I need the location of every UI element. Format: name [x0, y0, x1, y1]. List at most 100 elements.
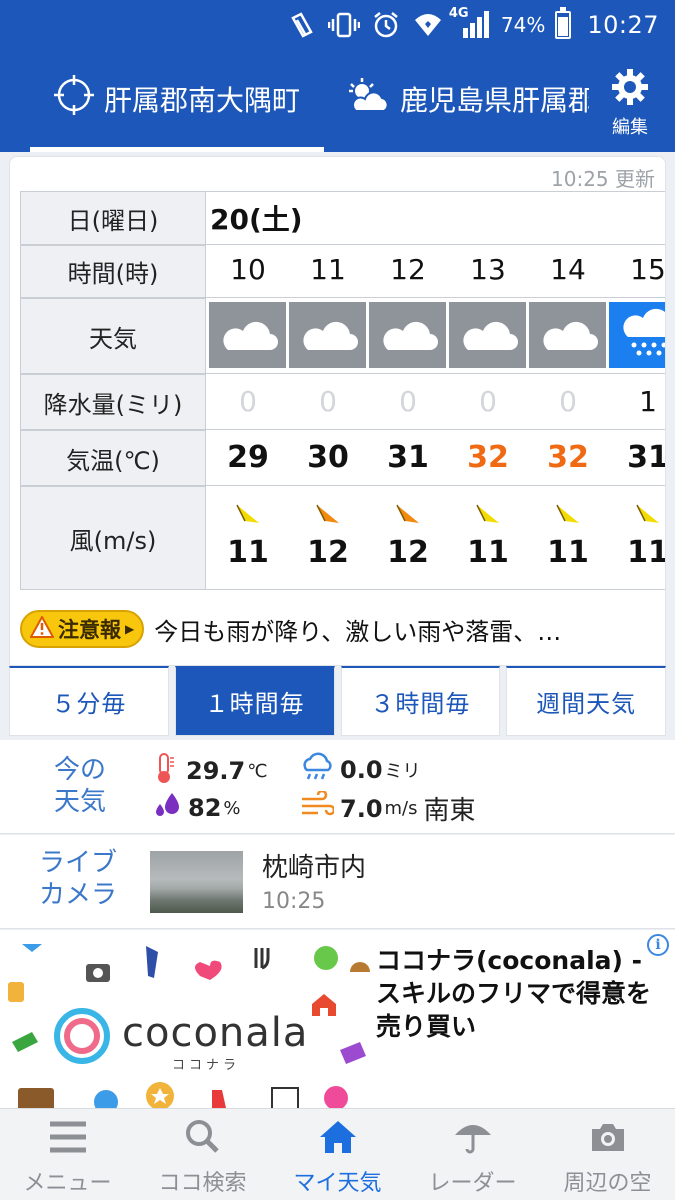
live-camera[interactable]: ライブ カメラ 枕崎市内 10:25	[0, 835, 675, 929]
vibrate-icon	[327, 8, 361, 42]
sun-cloud-icon	[344, 75, 392, 122]
gear-icon	[611, 68, 649, 111]
label-wind: 風(m/s)	[20, 486, 206, 590]
weather-cell	[529, 302, 606, 368]
wind-direction-icon	[608, 503, 665, 537]
weather-cell	[369, 302, 446, 368]
label-day: 日(曜日)	[20, 191, 206, 245]
hour-cell: 12	[390, 253, 426, 286]
forecast-view-tabs: ５分毎 １時間毎 ３時間毎 週間天気	[9, 666, 666, 736]
weather-cell	[289, 302, 366, 368]
wind-speed-cell: 11	[227, 535, 269, 570]
bottom-nav: メニュー ココ検索 マイ天気 レーダー 周辺の空	[0, 1108, 675, 1200]
cloudy-icon	[458, 314, 518, 356]
edit-label: 編集	[612, 117, 648, 138]
ad-banner[interactable]: coconala ココナラ ココナラ(coconala) - スキルのフリマで得…	[0, 930, 675, 1108]
row-divider	[206, 373, 665, 374]
current-weather[interactable]: 今の 天気 29.7 ℃ 82% 0.0 ミリ 7.0 m/s 南東	[0, 740, 675, 834]
hourly-forecast-card: 10:25 更新 日(曜日) 時間(時) 天気 降水量(ミリ) 気温(℃) 風(…	[9, 156, 666, 666]
current-rain-unit: ミリ	[384, 761, 421, 782]
tab-3hour[interactable]: ３時間毎	[340, 666, 501, 736]
current-title-line1: 今の	[53, 755, 106, 785]
nfc-icon	[285, 8, 319, 42]
alarm-icon	[369, 8, 403, 42]
camera-time: 10:25	[262, 889, 326, 914]
weather-cell	[209, 302, 286, 368]
precip-cell: 0	[239, 385, 257, 418]
location-header: 肝属郡南大隅町 鹿児島県肝属郡 編集	[0, 50, 675, 152]
tab-current-location[interactable]: 肝属郡南大隅町	[30, 50, 324, 152]
advisory-text: 今日も雨が降り、激しい雨や落雷、…	[154, 617, 562, 646]
cloudy-icon	[538, 314, 598, 356]
wind-speed-cell: 12	[387, 535, 429, 570]
row-divider	[206, 485, 665, 486]
current-wind-unit: m/s	[384, 798, 418, 819]
advisory-label: 注意報	[58, 618, 121, 642]
hour-cell: 13	[470, 253, 506, 286]
humidity-drops-icon	[152, 790, 182, 826]
current-wind: 7.0 m/s 南東	[300, 789, 476, 827]
current-rain-value: 0.0	[340, 756, 383, 784]
nav-nearby-sky-label: 周辺の空	[563, 1171, 652, 1196]
tab-saved-location[interactable]: 鹿児島県肝属郡	[344, 50, 589, 147]
nav-menu-label: メニュー	[23, 1171, 112, 1196]
precip-cell: 0	[479, 385, 497, 418]
nav-nearby-sky[interactable]: 周辺の空	[540, 1109, 675, 1200]
menu-icon	[48, 1119, 88, 1161]
camera-icon	[588, 1119, 628, 1161]
label-temp: 気温(℃)	[20, 430, 206, 486]
nav-menu[interactable]: メニュー	[0, 1109, 135, 1200]
current-humidity-unit: %	[223, 797, 241, 819]
chevron-right-icon: ▶	[125, 622, 135, 636]
nav-my-weather[interactable]: マイ天気	[270, 1109, 405, 1200]
camera-thumbnail[interactable]	[150, 851, 243, 913]
cloudy-icon	[298, 314, 358, 356]
wind-speed-cell: 11	[627, 535, 666, 570]
wifi-icon	[411, 8, 445, 42]
wind-speed-cell: 11	[547, 535, 589, 570]
current-temp-unit: ℃	[247, 760, 268, 782]
warning-icon	[29, 614, 55, 643]
row-divider	[206, 297, 665, 298]
tab-5min[interactable]: ５分毎	[9, 666, 169, 736]
precip-cell: 0	[319, 385, 337, 418]
camera-place: 枕崎市内	[262, 853, 367, 883]
tab-weekly[interactable]: 週間天気	[506, 666, 666, 736]
crosshair-icon	[53, 75, 94, 122]
current-wind-value: 7.0	[340, 794, 383, 823]
battery-icon	[555, 7, 572, 39]
tab-1hour[interactable]: １時間毎	[174, 666, 335, 736]
rain-cloud-icon	[300, 752, 334, 788]
livecam-title-line1: ライブ	[38, 848, 117, 878]
ad-info-icon[interactable]: i	[647, 934, 669, 956]
temp-cell: 32	[467, 440, 509, 475]
weather-cell	[449, 302, 526, 368]
weather-advisory[interactable]: 注意報 ▶ 今日も雨が降り、激しい雨や落雷、…	[20, 603, 660, 655]
row-divider	[206, 429, 665, 430]
nav-search-here[interactable]: ココ検索	[135, 1109, 270, 1200]
current-temp: 29.7 ℃	[152, 752, 267, 790]
precip-cell: 1	[639, 385, 657, 418]
ad-logo: coconala	[122, 1010, 309, 1056]
row-divider	[206, 589, 665, 590]
wind-icon	[300, 789, 336, 827]
label-weather: 天気	[20, 298, 206, 374]
wind-direction-icon	[448, 503, 528, 537]
wind-direction-icon	[288, 503, 368, 537]
temp-cell: 29	[227, 440, 269, 475]
temp-cell: 30	[307, 440, 349, 475]
search-icon	[183, 1119, 223, 1161]
hour-cell: 15	[630, 253, 666, 286]
nav-radar[interactable]: レーダー	[405, 1109, 540, 1200]
temp-cell: 31	[387, 440, 429, 475]
temp-cell: 31	[627, 440, 666, 475]
temp-cell: 32	[547, 440, 589, 475]
live-camera-title: ライブ カメラ	[30, 847, 126, 911]
signal-4g-icon: 4G	[449, 6, 493, 42]
edit-button[interactable]: 編集	[607, 66, 653, 138]
precip-cell: 0	[559, 385, 577, 418]
forecast-date: 20(土)	[206, 191, 665, 245]
cloudy-icon	[218, 314, 278, 356]
nav-radar-label: レーダー	[428, 1171, 517, 1196]
wind-direction-icon	[368, 503, 448, 537]
